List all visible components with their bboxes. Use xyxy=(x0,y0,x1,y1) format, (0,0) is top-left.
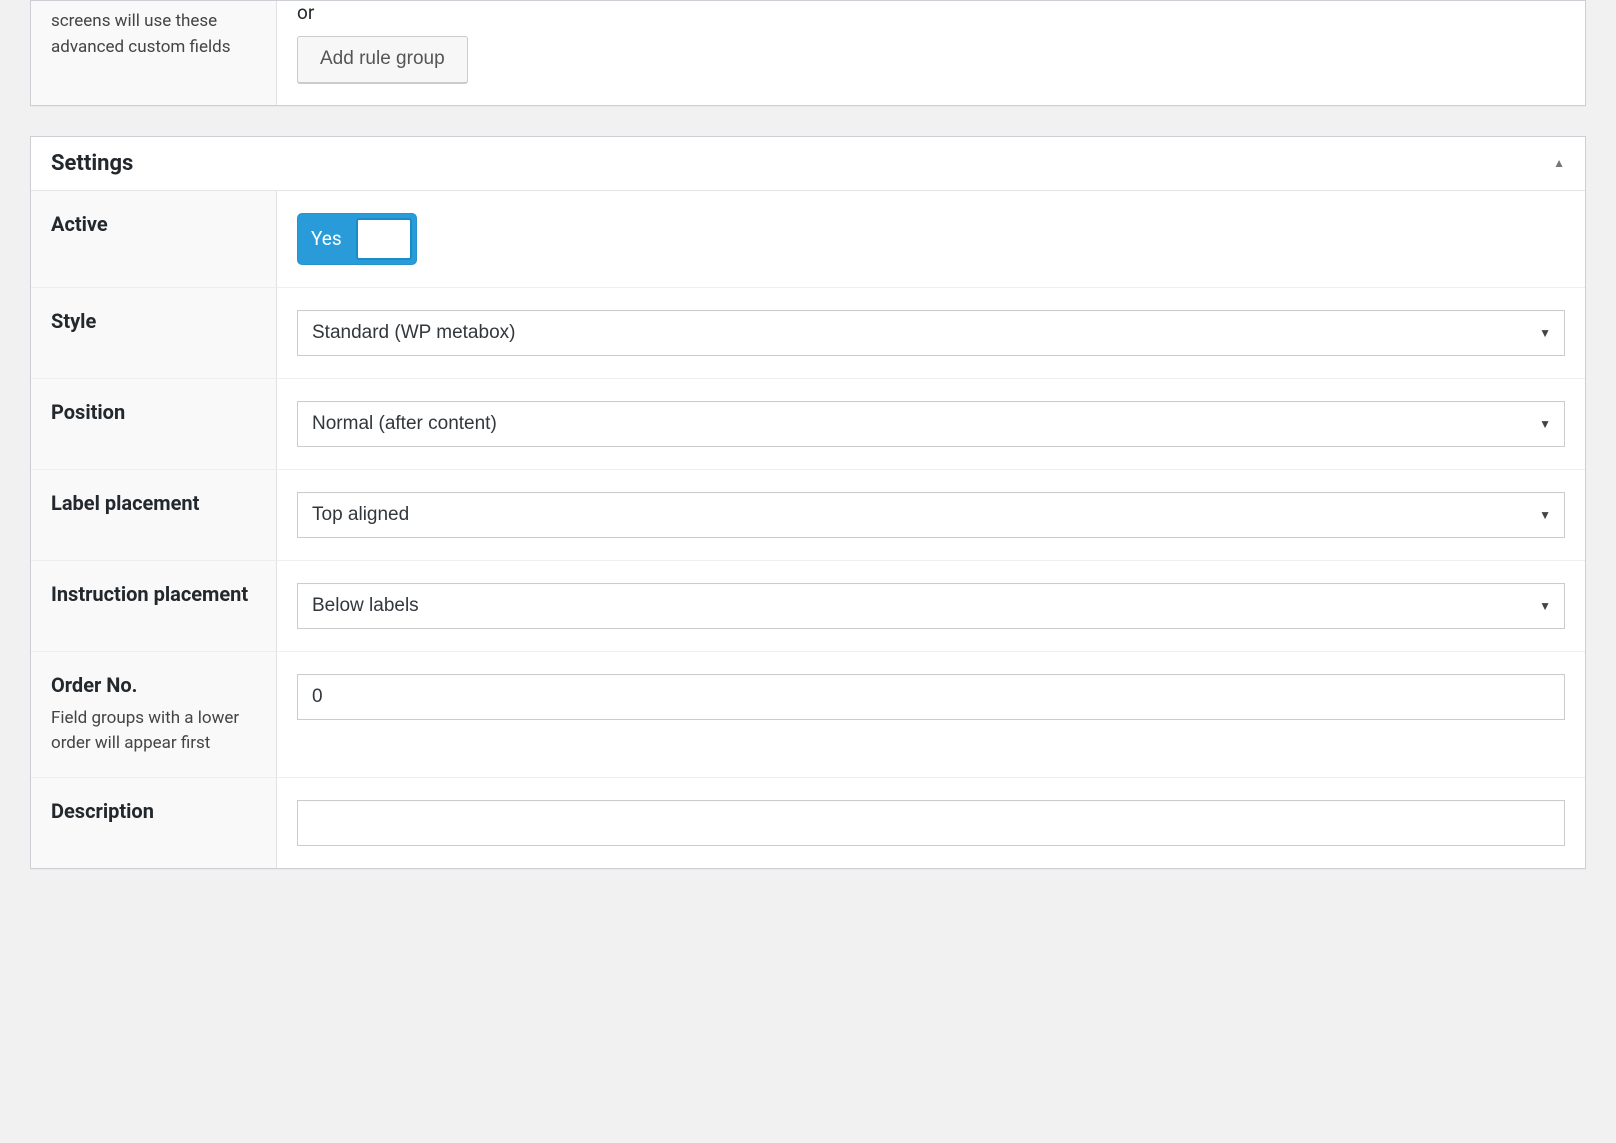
order-no-row: Order No. Field groups with a lower orde… xyxy=(31,652,1585,778)
location-metabox: screens will use these advanced custom f… xyxy=(30,0,1586,106)
label-placement-row: Label placement Top aligned ▼ xyxy=(31,470,1585,561)
label-placement-label: Label placement xyxy=(51,490,256,516)
location-row: screens will use these advanced custom f… xyxy=(31,1,1585,105)
or-text: or xyxy=(297,1,1565,24)
active-toggle[interactable]: Yes xyxy=(297,213,417,265)
description-row: Description xyxy=(31,778,1585,868)
instruction-placement-control-cell: Below labels ▼ xyxy=(277,561,1585,651)
order-no-desc: Field groups with a lower order will app… xyxy=(51,706,256,757)
style-label-cell: Style xyxy=(31,288,277,378)
instruction-placement-label-cell: Instruction placement xyxy=(31,561,277,651)
instruction-placement-select[interactable]: Below labels xyxy=(297,583,1565,629)
order-no-label-cell: Order No. Field groups with a lower orde… xyxy=(31,652,277,777)
settings-title: Settings xyxy=(51,151,133,176)
order-no-input[interactable] xyxy=(297,674,1565,720)
style-row: Style Standard (WP metabox) ▼ xyxy=(31,288,1585,379)
position-label-cell: Position xyxy=(31,379,277,469)
active-control-cell: Yes xyxy=(277,191,1585,287)
description-input[interactable] xyxy=(297,800,1565,846)
label-placement-control-cell: Top aligned ▼ xyxy=(277,470,1585,560)
description-label-cell: Description xyxy=(31,778,277,868)
position-control-cell: Normal (after content) ▼ xyxy=(277,379,1585,469)
label-placement-label-cell: Label placement xyxy=(31,470,277,560)
active-toggle-label: Yes xyxy=(311,227,342,250)
style-select[interactable]: Standard (WP metabox) xyxy=(297,310,1565,356)
label-placement-select-wrapper: Top aligned ▼ xyxy=(297,492,1565,538)
instruction-placement-select-wrapper: Below labels ▼ xyxy=(297,583,1565,629)
active-label: Active xyxy=(51,211,256,237)
position-row: Position Normal (after content) ▼ xyxy=(31,379,1585,470)
collapse-toggle-icon[interactable]: ▲ xyxy=(1553,156,1565,170)
description-label: Description xyxy=(51,798,256,824)
location-label-cell: screens will use these advanced custom f… xyxy=(31,1,277,105)
position-label: Position xyxy=(51,399,256,425)
active-label-cell: Active xyxy=(31,191,277,287)
location-control-cell: or Add rule group xyxy=(277,1,1585,105)
description-control-cell xyxy=(277,778,1585,868)
order-no-label: Order No. xyxy=(51,672,256,698)
style-control-cell: Standard (WP metabox) ▼ xyxy=(277,288,1585,378)
position-select-wrapper: Normal (after content) ▼ xyxy=(297,401,1565,447)
location-desc: screens will use these advanced custom f… xyxy=(51,9,256,60)
position-select[interactable]: Normal (after content) xyxy=(297,401,1565,447)
settings-metabox: Settings ▲ Active Yes Style xyxy=(30,136,1586,869)
instruction-placement-label: Instruction placement xyxy=(51,581,256,607)
settings-header: Settings ▲ xyxy=(31,137,1585,191)
add-rule-group-button[interactable]: Add rule group xyxy=(297,36,468,83)
order-no-control-cell xyxy=(277,652,1585,777)
active-toggle-knob xyxy=(356,218,412,260)
active-row: Active Yes xyxy=(31,191,1585,288)
style-label: Style xyxy=(51,308,256,334)
label-placement-select[interactable]: Top aligned xyxy=(297,492,1565,538)
instruction-placement-row: Instruction placement Below labels ▼ xyxy=(31,561,1585,652)
style-select-wrapper: Standard (WP metabox) ▼ xyxy=(297,310,1565,356)
